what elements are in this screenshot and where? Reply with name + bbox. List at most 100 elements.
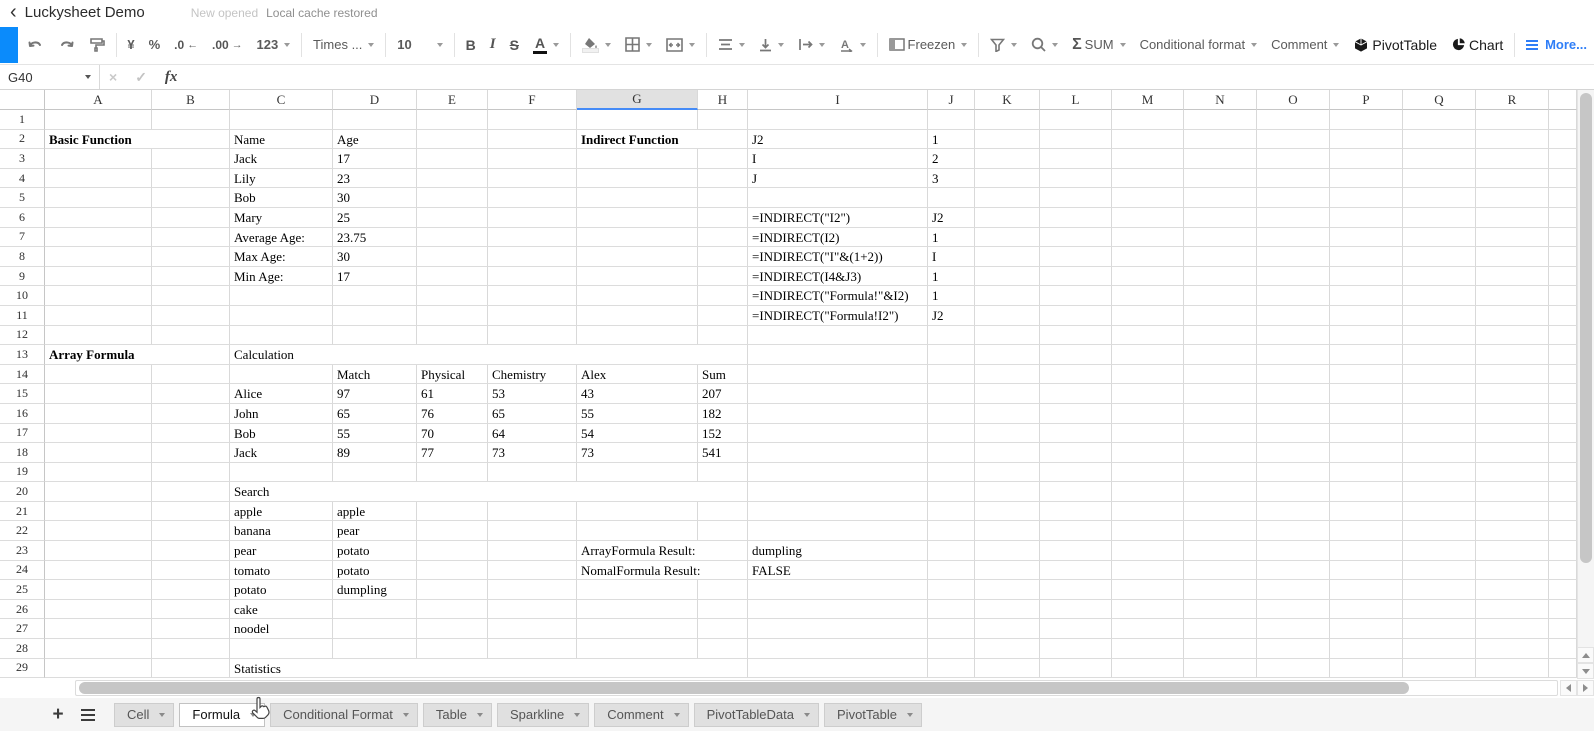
row-header-12[interactable]: 12: [0, 325, 45, 346]
cell[interactable]: [488, 247, 577, 267]
cell[interactable]: [230, 325, 333, 346]
cell[interactable]: [1184, 482, 1257, 502]
cell[interactable]: [1040, 266, 1112, 287]
cell[interactable]: [1112, 168, 1184, 189]
cell[interactable]: [488, 462, 577, 483]
cell[interactable]: [45, 384, 152, 404]
cell[interactable]: [45, 619, 152, 640]
cell[interactable]: [1112, 266, 1184, 287]
column-header-R[interactable]: R: [1476, 90, 1549, 110]
cell[interactable]: [928, 658, 975, 679]
cell[interactable]: [1330, 305, 1403, 326]
cell[interactable]: [1403, 619, 1476, 640]
pivot-table-button[interactable]: PivotTable: [1346, 31, 1444, 59]
italic-button[interactable]: I: [483, 31, 503, 59]
row-header-2[interactable]: 2: [0, 129, 45, 150]
cell[interactable]: [1476, 364, 1549, 385]
cell[interactable]: [1476, 188, 1549, 208]
cell[interactable]: [1403, 247, 1476, 267]
cell[interactable]: [975, 266, 1040, 287]
cell-J11[interactable]: J2: [928, 305, 975, 326]
cell[interactable]: [1040, 149, 1112, 169]
cell[interactable]: [1040, 345, 1112, 365]
cell[interactable]: [975, 286, 1040, 306]
cell-G18[interactable]: 73: [577, 443, 698, 463]
cell[interactable]: [1330, 541, 1403, 561]
cell[interactable]: [928, 521, 975, 542]
cell[interactable]: [152, 305, 230, 326]
cell[interactable]: [1257, 247, 1330, 267]
column-header-G[interactable]: G: [577, 90, 698, 110]
cell[interactable]: [1112, 384, 1184, 404]
cell[interactable]: [1040, 110, 1112, 130]
cell-I2[interactable]: J2: [748, 129, 928, 150]
cell[interactable]: [748, 521, 928, 542]
cell[interactable]: [1184, 423, 1257, 444]
cell[interactable]: [1112, 207, 1184, 228]
cell[interactable]: [1040, 619, 1112, 640]
cell[interactable]: [1549, 658, 1577, 679]
cell[interactable]: [1403, 423, 1476, 444]
cell-C17[interactable]: Bob: [230, 423, 333, 444]
vertical-align-button[interactable]: [752, 31, 791, 59]
cell[interactable]: [1330, 384, 1403, 404]
cell[interactable]: [417, 227, 488, 248]
cell[interactable]: [698, 501, 748, 522]
cell[interactable]: [1330, 168, 1403, 189]
cell[interactable]: [975, 403, 1040, 424]
cell[interactable]: [45, 227, 152, 248]
sheet-list-button[interactable]: [78, 705, 98, 725]
row-header-24[interactable]: 24: [0, 560, 45, 581]
cell[interactable]: [1112, 227, 1184, 248]
cell[interactable]: [1403, 168, 1476, 189]
cell[interactable]: [928, 639, 975, 659]
cell-G2[interactable]: Indirect Function: [577, 129, 748, 150]
cell[interactable]: [698, 149, 748, 169]
cell[interactable]: [698, 168, 748, 189]
cell-I6[interactable]: =INDIRECT("I2"): [748, 207, 928, 228]
column-header-J[interactable]: J: [928, 90, 975, 110]
cell[interactable]: [1184, 521, 1257, 542]
cell-F17[interactable]: 64: [488, 423, 577, 444]
cell-C23[interactable]: pear: [230, 541, 333, 561]
font-family-dropdown[interactable]: Times ...: [306, 31, 381, 59]
cell-I3[interactable]: I: [748, 149, 928, 169]
cell[interactable]: [488, 149, 577, 169]
cell[interactable]: [1330, 462, 1403, 483]
cell[interactable]: [1112, 580, 1184, 600]
row-header-22[interactable]: 22: [0, 521, 45, 542]
cell[interactable]: [928, 462, 975, 483]
cell[interactable]: [1040, 658, 1112, 679]
row-header-16[interactable]: 16: [0, 403, 45, 424]
cell[interactable]: [1549, 247, 1577, 267]
cell-I7[interactable]: =INDIRECT(I2): [748, 227, 928, 248]
cell-E14[interactable]: Physical: [417, 364, 488, 385]
row-header-21[interactable]: 21: [0, 501, 45, 522]
strikethrough-button[interactable]: S: [503, 31, 526, 59]
cell[interactable]: [417, 110, 488, 130]
row-header-26[interactable]: 26: [0, 599, 45, 620]
cell-H18[interactable]: 541: [698, 443, 748, 463]
sheet-tab-table[interactable]: Table: [422, 702, 492, 727]
cell[interactable]: [1476, 482, 1549, 502]
sheet-tab-sparkline[interactable]: Sparkline: [497, 702, 590, 727]
column-header-K[interactable]: K: [975, 90, 1040, 110]
cell-C16[interactable]: John: [230, 403, 333, 424]
cell[interactable]: [488, 580, 577, 600]
cell[interactable]: [1330, 658, 1403, 679]
cell-C29[interactable]: Statistics: [230, 658, 748, 679]
scroll-up-button[interactable]: [1577, 647, 1594, 663]
cell-D2[interactable]: Age: [333, 129, 417, 150]
cell[interactable]: [1040, 423, 1112, 444]
cell[interactable]: [488, 619, 577, 640]
cell[interactable]: [45, 364, 152, 385]
cell[interactable]: [1257, 599, 1330, 620]
cell[interactable]: [488, 599, 577, 620]
cell[interactable]: [1476, 403, 1549, 424]
cell[interactable]: [417, 639, 488, 659]
cell[interactable]: [417, 266, 488, 287]
column-header-I[interactable]: I: [748, 90, 928, 110]
cell[interactable]: [333, 305, 417, 326]
cell-C21[interactable]: apple: [230, 501, 333, 522]
cell[interactable]: [1476, 345, 1549, 365]
